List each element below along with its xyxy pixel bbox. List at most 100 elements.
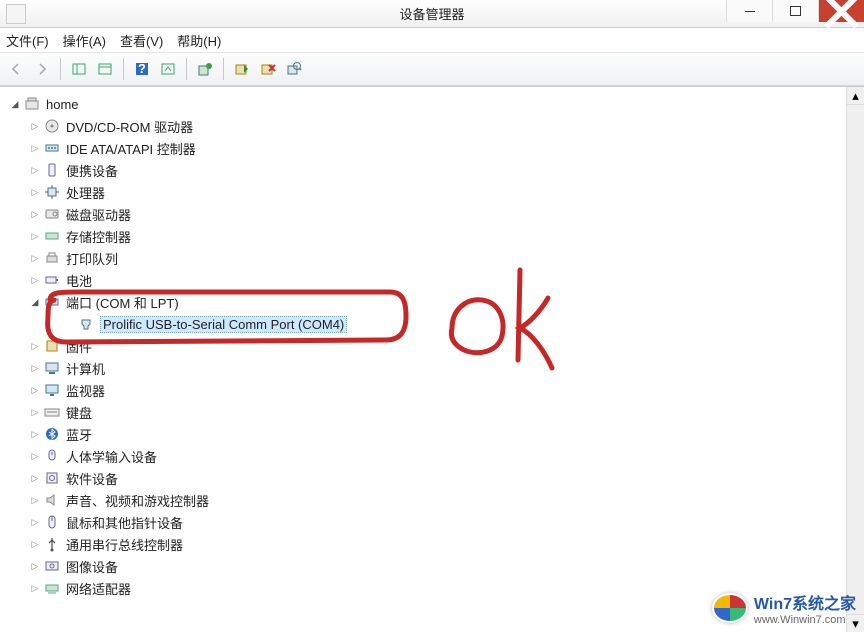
expand-icon[interactable] [28,207,42,221]
tree-item[interactable]: 电池 [8,269,846,291]
tree-item[interactable]: 声音、视频和游戏控制器 [8,489,846,511]
collapse-icon[interactable] [8,97,22,111]
svg-text:?: ? [138,61,146,76]
tree-item-label: 鼠标和其他指针设备 [66,513,183,532]
enable-device-button[interactable] [230,57,254,81]
maximize-button[interactable] [772,0,818,22]
dvd-icon [44,118,60,134]
tree-item[interactable]: 蓝牙 [8,423,846,445]
tree-item-label: 人体学输入设备 [66,447,157,466]
port-icon [44,294,60,310]
expand-icon[interactable] [28,471,42,485]
update-driver-button[interactable] [193,57,217,81]
menu-action[interactable]: 操作(A) [63,31,106,50]
tree-item[interactable]: IDE ATA/ATAPI 控制器 [8,137,846,159]
tree-root[interactable]: home [8,93,846,115]
expand-icon[interactable] [28,119,42,133]
expand-icon[interactable] [28,515,42,529]
tree-item-label: 存储控制器 [66,227,131,246]
keyboard-icon [44,404,60,420]
expand-icon[interactable] [28,141,42,155]
tree-item[interactable]: 键盘 [8,401,846,423]
scan-hardware-button[interactable] [282,57,306,81]
bluetooth-icon [44,426,60,442]
tree-item[interactable]: 处理器 [8,181,846,203]
tree-item[interactable]: 软件设备 [8,467,846,489]
expand-icon[interactable] [28,449,42,463]
tree-item[interactable]: 鼠标和其他指针设备 [8,511,846,533]
tree-item[interactable]: 人体学输入设备 [8,445,846,467]
port-leaf-icon [78,316,94,332]
disk-icon [44,206,60,222]
expand-icon[interactable] [28,273,42,287]
tree-item-label: 计算机 [66,359,105,378]
expand-icon[interactable] [28,383,42,397]
tree-item[interactable]: 端口 (COM 和 LPT) [8,291,846,313]
expand-icon[interactable] [28,493,42,507]
expand-icon[interactable] [28,295,42,309]
tree-item-label: 监视器 [66,381,105,400]
tree-item-label: 通用串行总线控制器 [66,535,183,554]
tree-item[interactable]: 打印队列 [8,247,846,269]
tree-item[interactable]: 图像设备 [8,555,846,577]
uninstall-device-button[interactable] [256,57,280,81]
expand-icon[interactable] [28,163,42,177]
tree-pane: homeDVD/CD-ROM 驱动器 IDE ATA/ATAPI 控制器便携设备处… [0,86,864,632]
tree-item[interactable]: 便携设备 [8,159,846,181]
tree-item-label: IDE ATA/ATAPI 控制器 [66,139,196,158]
device-tree[interactable]: homeDVD/CD-ROM 驱动器 IDE ATA/ATAPI 控制器便携设备处… [0,87,846,632]
menu-file[interactable]: 文件(F) [6,31,49,50]
watermark-logo-icon [712,593,748,623]
tree-item-label: 便携设备 [66,161,118,180]
expand-icon[interactable] [28,537,42,551]
help-button[interactable]: ? [130,57,154,81]
tree-item[interactable]: 固件 [8,335,846,357]
menu-view[interactable]: 查看(V) [120,31,163,50]
tree-item-label: 声音、视频和游戏控制器 [66,491,209,510]
tree-item-label: 网络适配器 [66,579,131,598]
toolbar: ? [0,52,864,86]
tree-item[interactable]: 通用串行总线控制器 [8,533,846,555]
expand-icon[interactable] [28,229,42,243]
menu-help[interactable]: 帮助(H) [177,31,221,50]
tree-item[interactable]: DVD/CD-ROM 驱动器 [8,115,846,137]
minimize-button[interactable] [726,0,772,22]
tree-item[interactable]: Prolific USB-to-Serial Comm Port (COM4) [8,313,846,335]
tree-item-label: 固件 [66,337,92,356]
toolbar-divider [223,58,224,80]
expand-icon[interactable] [28,581,42,595]
computer-icon [44,360,60,376]
show-hide-tree-button[interactable] [67,57,91,81]
action-button[interactable] [156,57,180,81]
close-button[interactable] [818,0,864,22]
hid-icon [44,448,60,464]
vertical-scrollbar[interactable]: ▴ ▾ [846,87,864,632]
expand-icon[interactable] [28,339,42,353]
cpu-icon [44,184,60,200]
expand-icon[interactable] [28,361,42,375]
expand-icon[interactable] [28,427,42,441]
firmware-icon [44,338,60,354]
printer-icon [44,250,60,266]
tree-item[interactable]: 监视器 [8,379,846,401]
tree-item[interactable]: 存储控制器 [8,225,846,247]
expand-icon[interactable] [28,185,42,199]
expand-icon[interactable] [28,559,42,573]
properties-button[interactable] [93,57,117,81]
tree-item[interactable]: 磁盘驱动器 [8,203,846,225]
expand-icon[interactable] [28,251,42,265]
expand-icon[interactable] [28,405,42,419]
tree-item-label: 电池 [66,271,92,290]
computer-icon [24,96,40,112]
tree-item-label: 软件设备 [66,469,118,488]
ide-icon [44,140,60,156]
scroll-up-button[interactable]: ▴ [847,87,864,105]
watermark-url: www.Winwin7.com [754,614,856,626]
battery-icon [44,272,60,288]
title-bar: 设备管理器 [0,0,864,28]
tree-item[interactable]: 计算机 [8,357,846,379]
nav-forward-button[interactable] [30,57,54,81]
nav-back-button[interactable] [4,57,28,81]
image-icon [44,558,60,574]
tree-item-label: 磁盘驱动器 [66,205,131,224]
